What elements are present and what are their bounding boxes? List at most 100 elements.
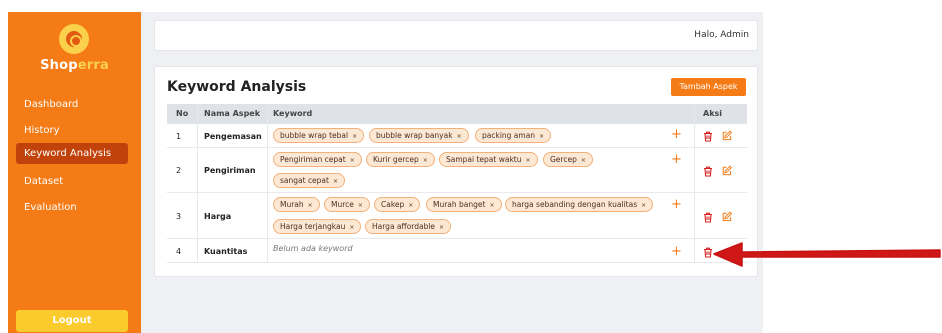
add-keyword-plus-icon[interactable]: + xyxy=(671,128,682,141)
remove-chip-icon[interactable]: × xyxy=(581,157,586,164)
aspect-name: Kuantitas xyxy=(204,247,248,256)
sidebar: Shoperra Dashboard History Keyword Analy… xyxy=(8,12,141,333)
shoperra-logo-icon xyxy=(59,24,89,54)
greeting-text: Halo, Admin xyxy=(694,30,749,40)
add-keyword-plus-icon[interactable]: + xyxy=(671,153,682,166)
table-header: No Nama Aspek Keyword Aksi xyxy=(167,104,747,124)
keyword-chip[interactable]: Cakep × xyxy=(374,197,421,212)
row-number: 2 xyxy=(176,166,182,175)
sidebar-item-evaluation[interactable]: Evaluation xyxy=(16,197,128,218)
keyword-analysis-card: Keyword Analysis Tambah Aspek No Nama As… xyxy=(154,66,758,277)
chip-label: Harga terjangkau xyxy=(280,222,346,231)
remove-chip-icon[interactable]: × xyxy=(349,224,354,231)
sidebar-item-label: History xyxy=(24,125,60,136)
pencil-icon[interactable] xyxy=(722,211,732,222)
remove-chip-icon[interactable]: × xyxy=(358,202,363,209)
aspect-name: Pengiriman xyxy=(204,166,256,175)
header-name: Nama Aspek xyxy=(204,109,261,118)
sidebar-item-label: Dashboard xyxy=(24,99,79,110)
chip-label: bubble wrap banyak xyxy=(376,131,453,140)
chip-label: Murah xyxy=(280,200,304,209)
remove-chip-icon[interactable]: × xyxy=(526,157,531,164)
header-keyword: Keyword xyxy=(273,109,313,118)
keyword-chip[interactable]: Murce × xyxy=(324,197,370,212)
table-row: 2 Pengiriman Pengiriman cepat × Kurir ger… xyxy=(167,148,747,193)
remove-chip-icon[interactable]: × xyxy=(439,224,444,231)
keyword-chip[interactable]: Harga terjangkau × xyxy=(273,219,362,234)
sidebar-item-keyword-analysis[interactable]: Keyword Analysis xyxy=(16,143,128,164)
remove-chip-icon[interactable]: × xyxy=(333,178,338,185)
remove-chip-icon[interactable]: × xyxy=(489,202,494,209)
keyword-chip[interactable]: bubble wrap tebal × xyxy=(273,128,365,143)
chip-label: Pengiriman cepat xyxy=(280,155,346,164)
keyword-chip[interactable]: Sampai tepat waktu × xyxy=(439,152,538,167)
column-divider xyxy=(267,104,268,263)
chip-label: Harga affordable xyxy=(372,222,436,231)
remove-chip-icon[interactable]: × xyxy=(423,157,428,164)
pencil-icon[interactable] xyxy=(722,130,732,141)
remove-chip-icon[interactable]: × xyxy=(408,202,413,209)
remove-chip-icon[interactable]: × xyxy=(352,133,357,140)
row-number: 3 xyxy=(176,212,182,221)
header-actions: Aksi xyxy=(703,109,723,118)
keyword-chip[interactable]: harga sebanding dengan kualitas × xyxy=(505,197,654,212)
header-no: No xyxy=(176,109,189,118)
keyword-chip[interactable]: Murah × xyxy=(273,197,320,212)
sidebar-item-label: Dataset xyxy=(24,176,64,187)
keyword-chip[interactable]: packing aman × xyxy=(475,128,552,143)
remove-chip-icon[interactable]: × xyxy=(308,202,313,209)
top-bar: Halo, Admin xyxy=(154,20,758,51)
column-divider xyxy=(694,104,695,263)
trash-icon[interactable] xyxy=(703,166,713,177)
table-row: 1 Pengemasan bubble wrap tebal × bubble w… xyxy=(167,124,747,148)
sidebar-item-label: Evaluation xyxy=(24,202,77,213)
keyword-chip[interactable]: Gercep × xyxy=(543,152,593,167)
brand-part-1: Shop xyxy=(40,58,78,73)
chip-label: bubble wrap tebal xyxy=(280,131,349,140)
keyword-chip[interactable]: Pengiriman cepat × xyxy=(273,152,362,167)
annotation-arrow-icon xyxy=(713,242,941,267)
app-window: Shoperra Dashboard History Keyword Analy… xyxy=(0,0,942,333)
add-keyword-plus-icon[interactable]: + xyxy=(671,198,682,211)
aspect-name: Pengemasan xyxy=(204,132,262,141)
chip-label: Murah banget xyxy=(433,200,486,209)
add-keyword-plus-icon[interactable]: + xyxy=(671,245,682,258)
empty-keyword-text: Belum ada keyword xyxy=(273,244,353,253)
sidebar-item-dataset[interactable]: Dataset xyxy=(16,171,128,192)
keyword-chip[interactable]: Harga affordable × xyxy=(365,219,452,234)
logout-button[interactable]: Logout xyxy=(16,310,128,332)
keyword-chip[interactable]: sangat cepat × xyxy=(273,173,346,188)
keyword-chip[interactable]: Kurir gercep × xyxy=(366,152,435,167)
remove-chip-icon[interactable]: × xyxy=(457,133,462,140)
column-divider xyxy=(197,104,198,263)
chip-label: harga sebanding dengan kualitas xyxy=(512,200,638,209)
pencil-icon[interactable] xyxy=(722,165,732,176)
table-row: 3 Harga Murah × Murce × Cakep × Murah bange… xyxy=(167,193,747,239)
add-aspect-button[interactable]: Tambah Aspek xyxy=(671,78,746,96)
row-number: 4 xyxy=(176,247,182,256)
sidebar-item-label: Keyword Analysis xyxy=(24,148,112,159)
remove-chip-icon[interactable]: × xyxy=(350,157,355,164)
sidebar-item-dashboard[interactable]: Dashboard xyxy=(16,94,128,115)
chip-label: packing aman xyxy=(482,131,536,140)
keyword-chip[interactable]: bubble wrap banyak × xyxy=(369,128,469,143)
remove-chip-icon[interactable]: × xyxy=(539,133,544,140)
trash-icon[interactable] xyxy=(703,131,713,142)
sidebar-item-history[interactable]: History xyxy=(16,120,128,141)
chip-label: Cakep xyxy=(381,200,405,209)
remove-chip-icon[interactable]: × xyxy=(641,202,646,209)
brand-part-2: erra xyxy=(77,58,109,73)
keyword-chip[interactable]: Murah banget × xyxy=(426,197,502,212)
aspect-name: Harga xyxy=(204,212,232,221)
chip-label: Sampai tepat waktu xyxy=(446,155,522,164)
chip-label: Kurir gercep xyxy=(373,155,419,164)
trash-icon[interactable] xyxy=(703,212,713,223)
chip-label: Murce xyxy=(331,200,354,209)
keyword-table: No Nama Aspek Keyword Aksi 1 Pengemasan … xyxy=(167,104,747,265)
row-number: 1 xyxy=(176,132,182,141)
table-row: 4 Kuantitas Belum ada keyword + xyxy=(167,239,747,263)
chip-label: Gercep xyxy=(550,155,577,164)
brand-name: Shoperra xyxy=(8,58,141,73)
chip-label: sangat cepat xyxy=(280,176,329,185)
page-title: Keyword Analysis xyxy=(167,79,307,95)
